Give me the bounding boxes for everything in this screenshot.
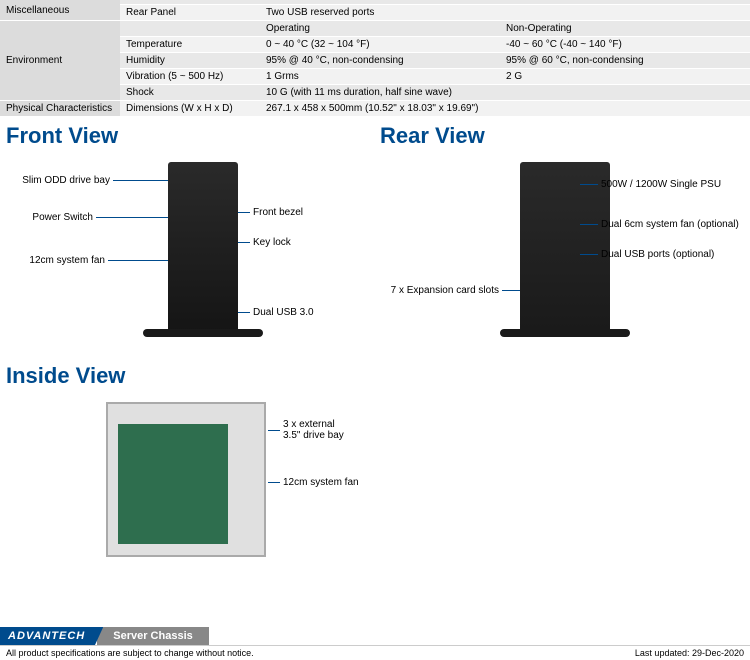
cat-phys: Physical Characteristics xyxy=(0,101,120,117)
rear-view-diagram: 500W / 1200W Single PSU Dual 6cm system … xyxy=(380,157,744,357)
footer-category: Server Chassis xyxy=(97,627,209,645)
chassis-front-image xyxy=(168,162,238,332)
val-shock: 10 G (with 11 ms duration, half sine wav… xyxy=(260,85,750,101)
label-shock: Shock xyxy=(120,85,260,101)
label-rear-panel: Rear Panel xyxy=(120,5,260,21)
front-view-diagram: Slim ODD drive bay Power Switch 12cm sys… xyxy=(6,157,370,357)
callout-odd: Slim ODD drive bay xyxy=(19,175,113,186)
callout-power: Power Switch xyxy=(29,212,96,223)
label-temp: Temperature xyxy=(120,37,260,53)
footer-updated: Last updated: 29-Dec-2020 xyxy=(635,648,744,658)
label-vib: Vibration (5 ~ 500 Hz) xyxy=(120,69,260,85)
header-operating: Operating xyxy=(260,21,500,37)
chassis-inside-image xyxy=(106,402,266,557)
val-rear-panel: Two USB reserved ports xyxy=(260,5,750,21)
footer-disclaimer: All product specifications are subject t… xyxy=(6,648,254,658)
val-temp-op: 0 ~ 40 °C (32 ~ 104 °F) xyxy=(260,37,500,53)
callout-usb-rear: Dual USB ports (optional) xyxy=(598,249,717,260)
rear-view-title: Rear View xyxy=(380,123,744,149)
val-vib-op: 1 Grms xyxy=(260,69,500,85)
callout-usb-front: Dual USB 3.0 xyxy=(250,307,317,318)
callout-bezel: Front bezel xyxy=(250,207,306,218)
callout-slots: 7 x Expansion card slots xyxy=(388,285,502,296)
callout-fan12-front: 12cm system fan xyxy=(26,255,108,266)
val-hum-nop: 95% @ 60 °C, non-condensing xyxy=(500,53,750,69)
val-temp-nop: -40 ~ 60 °C (-40 ~ 140 °F) xyxy=(500,37,750,53)
callout-fan6: Dual 6cm system fan (optional) xyxy=(598,219,742,230)
header-non-operating: Non-Operating xyxy=(500,21,750,37)
val-hum-op: 95% @ 40 °C, non-condensing xyxy=(260,53,500,69)
val-vib-nop: 2 G xyxy=(500,69,750,85)
footer: ADVANTECH Server Chassis All product spe… xyxy=(0,627,750,660)
inside-view-diagram: 3 x external 3.5" drive bay 12cm system … xyxy=(6,397,744,597)
label-dim: Dimensions (W x H x D) xyxy=(120,101,260,117)
cat-misc: Miscellaneous xyxy=(0,0,120,21)
spec-table: Miscellaneous Rear Panel Two USB reserve… xyxy=(0,0,750,117)
brand-logo: ADVANTECH xyxy=(0,627,103,645)
front-view-title: Front View xyxy=(6,123,370,149)
callout-fan12-inside: 12cm system fan xyxy=(280,477,362,488)
label-hum: Humidity xyxy=(120,53,260,69)
callout-keylock: Key lock xyxy=(250,237,294,248)
callout-psu: 500W / 1200W Single PSU xyxy=(598,179,724,190)
inside-view-title: Inside View xyxy=(6,363,744,389)
cat-env: Environment xyxy=(0,21,120,101)
val-dim: 267.1 x 458 x 500mm (10.52" x 18.03" x 1… xyxy=(260,101,750,117)
callout-bays: 3 x external 3.5" drive bay xyxy=(280,419,347,441)
